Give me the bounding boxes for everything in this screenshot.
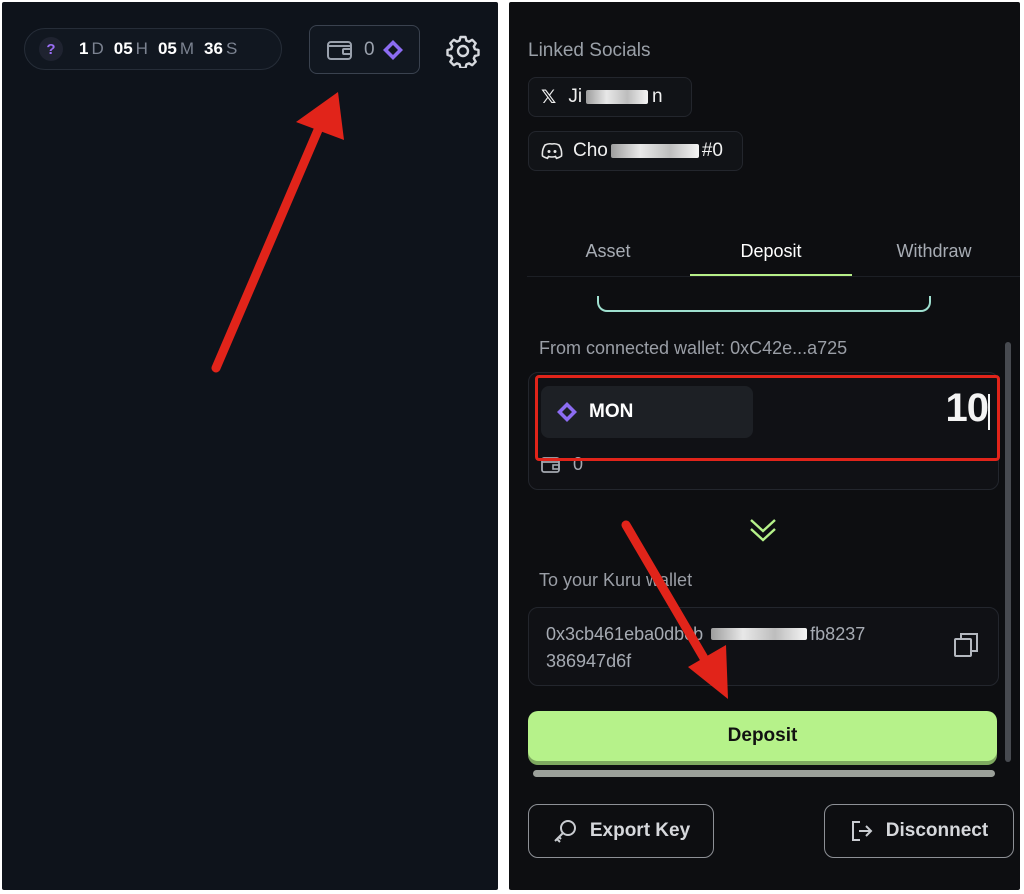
copy-icon[interactable] — [953, 631, 979, 659]
annotation-arrow-right — [621, 520, 728, 699]
deposit-button-shadow — [533, 770, 995, 777]
x-logo-icon: 𝕏 — [541, 86, 557, 108]
annotation-highlight-box — [535, 375, 1000, 461]
countdown-timer: ? 1D 05 H 05 M 36 S — [24, 28, 282, 70]
export-key-button[interactable]: Export Key — [528, 804, 714, 858]
redacted-text — [586, 90, 649, 104]
help-icon[interactable]: ? — [39, 37, 63, 61]
timer-days: 1 — [79, 39, 89, 58]
timer-seconds-unit: S — [225, 39, 238, 58]
tab-deposit[interactable]: Deposit — [690, 228, 852, 276]
gear-icon[interactable] — [446, 34, 480, 68]
redacted-text — [610, 144, 699, 158]
annotation-arrow-left — [211, 92, 344, 373]
wallet-balance-button[interactable]: 0 — [309, 25, 420, 74]
from-wallet-label: From connected wallet: 0xC42e...a725 — [539, 338, 848, 358]
linked-socials-title: Linked Socials — [528, 40, 651, 61]
wallet-icon — [327, 40, 352, 60]
wallet-count: 0 — [364, 38, 375, 60]
discord-account-suffix: #0 — [701, 140, 723, 161]
key-icon — [554, 820, 576, 843]
timer-seconds: 36 — [204, 39, 223, 58]
export-key-label: Export Key — [589, 820, 691, 841]
timer-minutes: 05 — [157, 39, 177, 58]
scrollbar[interactable] — [1005, 342, 1011, 762]
disconnect-button[interactable]: Disconnect — [824, 804, 1014, 858]
x-account-prefix: Ji — [568, 86, 583, 107]
card-bottom-edge — [597, 296, 931, 312]
discord-icon — [541, 142, 563, 160]
x-account-suffix: n — [652, 86, 663, 107]
discord-account-prefix: Cho — [573, 140, 608, 161]
tab-withdraw[interactable]: Withdraw — [853, 228, 1015, 276]
tab-asset[interactable]: Asset — [527, 228, 689, 276]
timer-days-unit: D — [91, 39, 104, 58]
wallet-tabs: Asset Deposit Withdraw — [527, 228, 1020, 277]
logout-icon — [851, 821, 873, 841]
double-chevron-down-icon — [750, 519, 776, 542]
x-account-chip: 𝕏 Ji n — [528, 77, 692, 117]
right-screenshot-panel: Linked Socials 𝕏 Ji n Cho #0 Asset Depos… — [509, 2, 1020, 890]
timer-hours-unit: H — [135, 39, 148, 58]
deposit-button[interactable]: Deposit — [528, 711, 997, 761]
timer-hours: 05 — [113, 39, 133, 58]
timer-minutes-unit: M — [179, 39, 195, 58]
address-part: fb8237 — [810, 624, 866, 644]
disconnect-label: Disconnect — [885, 820, 989, 841]
mon-token-icon — [382, 39, 403, 60]
discord-account-chip: Cho #0 — [528, 131, 743, 171]
